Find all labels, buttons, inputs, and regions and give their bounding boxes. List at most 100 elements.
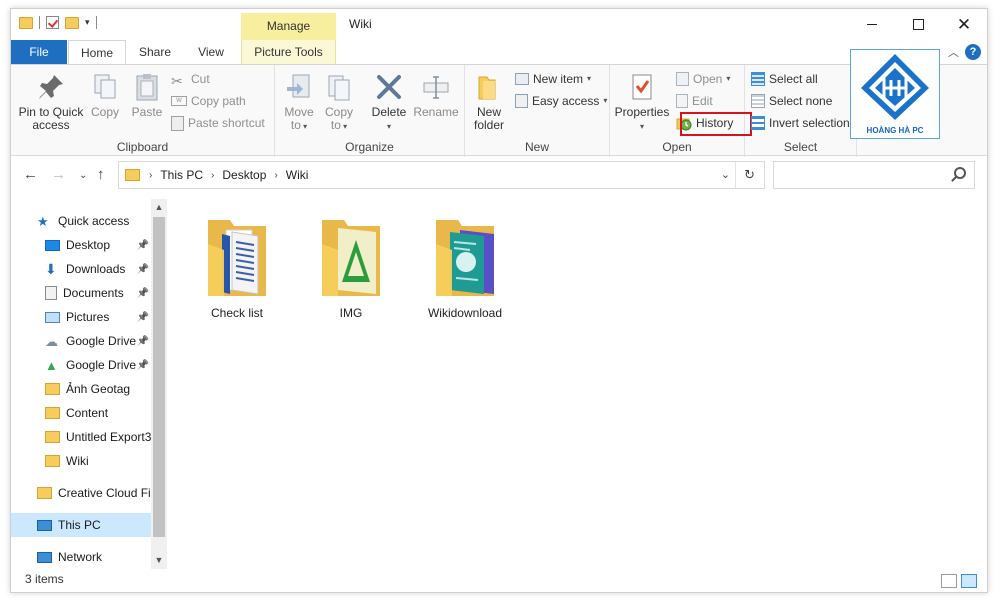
tab-file[interactable]: File xyxy=(11,40,67,64)
copy-to-button[interactable]: Copy to ▾ xyxy=(321,69,357,133)
cut-button[interactable]: ✂ Cut xyxy=(171,69,210,89)
dropdown-arrow-icon: ▾ xyxy=(340,122,348,131)
rename-button[interactable]: Rename xyxy=(413,69,459,119)
sidebar-item[interactable]: Wiki xyxy=(11,449,151,473)
desktop-icon xyxy=(45,239,60,251)
chevron-right-icon[interactable]: › xyxy=(211,170,214,181)
pin-icon[interactable]: 📌 xyxy=(137,312,149,323)
help-icon[interactable]: ? xyxy=(965,44,981,60)
address-bar[interactable]: › This PC › Desktop › Wiki ⌄ ↻ xyxy=(118,161,765,189)
pin-icon[interactable]: 📌 xyxy=(137,240,149,251)
collapse-ribbon-icon[interactable]: ︿ xyxy=(948,44,959,60)
dropdown-arrow-icon: ▾ xyxy=(386,122,391,131)
easy-access-icon xyxy=(515,94,528,108)
sidebar-item-label: Wiki xyxy=(66,454,89,468)
folder-item-img[interactable]: IMG xyxy=(301,214,401,320)
select-all-button[interactable]: Select all xyxy=(751,69,818,89)
manage-tab[interactable]: Manage xyxy=(241,13,336,40)
sidebar-item-label: Quick access xyxy=(58,214,130,228)
open-button[interactable]: Open ▾ xyxy=(676,69,730,89)
crumb-this-pc[interactable]: This PC xyxy=(160,168,203,182)
maximize-button[interactable] xyxy=(895,9,941,40)
tab-view[interactable]: View xyxy=(185,40,237,64)
scroll-down-icon[interactable]: ▼ xyxy=(151,552,167,569)
invert-selection-button[interactable]: Invert selection xyxy=(751,113,850,133)
folder-item-wikidownload[interactable]: Wikidownload xyxy=(415,214,515,320)
up-arrow-icon[interactable]: ↑ xyxy=(97,166,105,183)
recent-locations-icon[interactable]: ⌄ xyxy=(79,170,87,181)
nav-scrollbar[interactable]: ▲ ▼ xyxy=(151,199,167,569)
copy-button[interactable]: Copy xyxy=(87,69,123,119)
new-item-button[interactable]: New item ▾ xyxy=(515,69,591,89)
sidebar-item[interactable]: Content xyxy=(11,401,151,425)
chevron-right-icon[interactable]: › xyxy=(149,170,152,181)
sidebar-item[interactable]: ★ Quick access xyxy=(11,209,151,233)
pin-icon[interactable]: 📌 xyxy=(137,360,149,371)
open-group-label: Open xyxy=(662,140,692,154)
crumb-wiki[interactable]: Wiki xyxy=(286,168,309,182)
sidebar-item[interactable]: Network xyxy=(11,545,151,569)
paste-shortcut-button[interactable]: Paste shortcut xyxy=(171,113,265,133)
tab-picture-tools[interactable]: Picture Tools xyxy=(241,40,336,64)
download-icon: ⬇ xyxy=(45,260,57,277)
refresh-icon[interactable]: ↻ xyxy=(744,167,755,183)
easy-access-button[interactable]: Easy access ▾ xyxy=(515,91,607,111)
sidebar-item[interactable]: This PC xyxy=(11,513,151,537)
sidebar-item[interactable]: Ảnh Geotag xyxy=(11,377,151,401)
edit-icon xyxy=(676,94,688,108)
folder-item-check-list[interactable]: Check list xyxy=(187,214,287,320)
chevron-down-icon[interactable]: ⌄ xyxy=(721,168,730,181)
new-folder-button[interactable]: New folder xyxy=(469,69,509,132)
select-none-button[interactable]: Select none xyxy=(751,91,832,111)
pin-icon[interactable]: 📌 xyxy=(137,264,149,275)
edit-button[interactable]: Edit xyxy=(676,91,713,111)
large-icons-view-icon[interactable] xyxy=(961,574,977,588)
sidebar-item-label: Downloads xyxy=(66,262,126,276)
scroll-thumb[interactable] xyxy=(153,217,165,537)
sidebar-item[interactable]: Documents 📌 xyxy=(11,281,151,305)
rename-icon xyxy=(423,76,449,99)
paste-button[interactable]: Paste xyxy=(127,69,167,119)
delete-button[interactable]: Delete ▾ xyxy=(369,69,409,133)
sidebar-item[interactable]: Creative Cloud Fil xyxy=(11,481,151,505)
properties-icon[interactable] xyxy=(46,16,59,29)
move-to-button[interactable]: Move to ▾ xyxy=(281,69,317,133)
copy-path-button[interactable]: W Copy path xyxy=(171,91,246,111)
move-to-label-line2: to xyxy=(290,118,301,132)
close-button[interactable]: ✕ xyxy=(941,9,987,40)
new-folder-label-line1: New xyxy=(476,105,501,119)
search-input[interactable] xyxy=(773,161,975,189)
paste-label: Paste xyxy=(131,105,163,119)
pin-icon[interactable]: 📌 xyxy=(137,288,149,299)
properties-button[interactable]: Properties ▾ xyxy=(614,69,670,133)
divider xyxy=(95,16,97,29)
folder-icon xyxy=(45,455,60,467)
pin-label-line2: access xyxy=(32,118,70,132)
copy-icon xyxy=(94,74,116,99)
sidebar-item[interactable]: ⬇ Downloads 📌 xyxy=(11,257,151,281)
copy-to-label-line1: Copy xyxy=(324,105,353,119)
open-group: Properties ▾ Open ▾ Edit History Open xyxy=(610,65,752,157)
pin-label-line1: Pin to Quick xyxy=(18,105,84,119)
customize-toolbar-icon[interactable]: ▾ xyxy=(85,17,90,28)
details-view-icon[interactable] xyxy=(941,574,957,588)
forward-arrow-icon[interactable]: → xyxy=(51,166,66,183)
copy-path-label: Copy path xyxy=(191,94,246,108)
back-arrow-icon[interactable]: ← xyxy=(23,166,38,183)
pin-to-quick-access-button[interactable]: Pin to Quick access xyxy=(17,69,85,132)
sidebar-item-label: Pictures xyxy=(66,310,110,324)
chevron-right-icon[interactable]: › xyxy=(274,170,277,181)
sidebar-item[interactable]: Desktop 📌 xyxy=(11,233,151,257)
minimize-button[interactable] xyxy=(849,9,895,40)
scroll-up-icon[interactable]: ▲ xyxy=(151,199,167,216)
crumb-desktop[interactable]: Desktop xyxy=(222,168,266,182)
new-folder-icon[interactable] xyxy=(65,16,79,29)
pin-icon[interactable]: 📌 xyxy=(137,336,149,347)
tab-home[interactable]: Home xyxy=(68,40,126,65)
sidebar-item[interactable]: ▲ Google Drive 📌 xyxy=(11,353,151,377)
tab-share[interactable]: Share xyxy=(129,40,181,64)
sidebar-item[interactable]: Pictures 📌 xyxy=(11,305,151,329)
folder-icon xyxy=(45,407,60,419)
sidebar-item[interactable]: Untitled Export3 xyxy=(11,425,151,449)
sidebar-item[interactable]: ☁ Google Drive 📌 xyxy=(11,329,151,353)
